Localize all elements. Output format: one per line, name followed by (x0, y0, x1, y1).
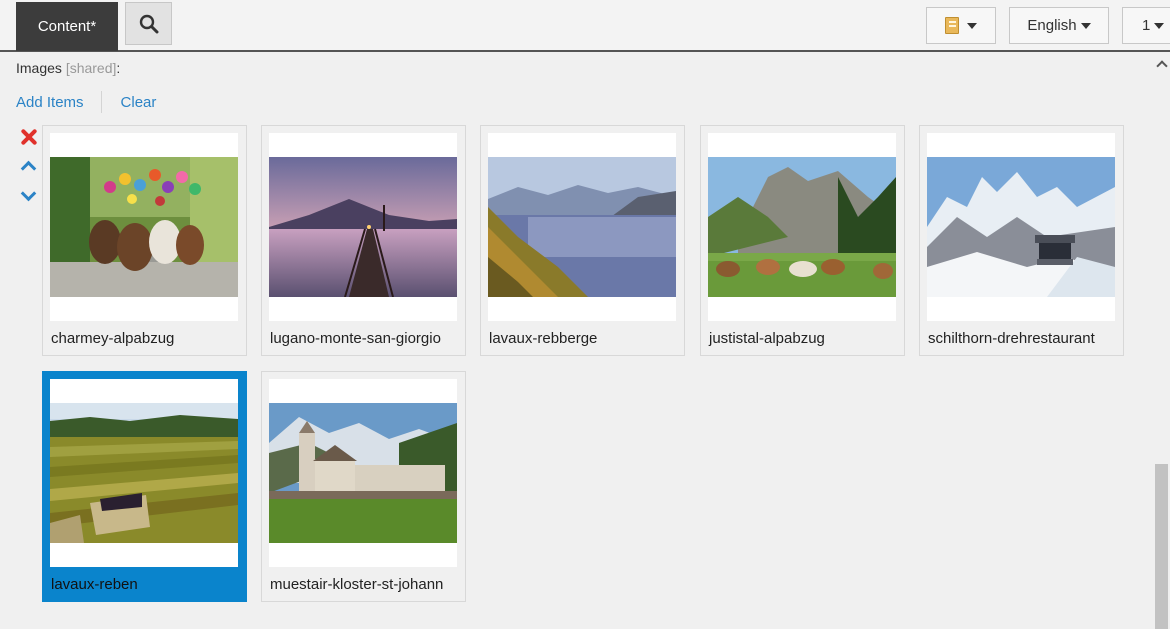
thumbnail (927, 133, 1115, 321)
thumbnail (50, 133, 238, 321)
thumbnail-image (269, 157, 457, 297)
image-tile[interactable]: charmey-alpabzug (42, 125, 247, 356)
thumbnail-image (269, 403, 457, 543)
notes-dropdown-button[interactable] (926, 7, 996, 44)
thumbnail-image (927, 157, 1115, 297)
thumbnail-image (50, 157, 238, 297)
image-tile[interactable]: justistal-alpabzug (700, 125, 905, 356)
search-button[interactable] (125, 2, 172, 45)
field-label: Images [shared]: (16, 60, 120, 76)
tile-caption: schilthorn-drehrestaurant (928, 330, 1095, 347)
caret-down-icon (1080, 22, 1091, 29)
language-dropdown[interactable]: English (1009, 7, 1109, 44)
remove-item-icon[interactable] (20, 128, 38, 146)
move-down-icon[interactable] (20, 185, 37, 202)
field-label-text: Images (16, 60, 62, 76)
tile-caption: lugano-monte-san-giorgio (270, 330, 441, 347)
tile-caption: lavaux-reben (51, 576, 138, 593)
tile-caption: justistal-alpabzug (709, 330, 825, 347)
notebook-icon (945, 17, 959, 34)
caret-down-icon (1154, 22, 1165, 29)
scroll-up-icon[interactable] (1156, 60, 1168, 72)
page-dropdown[interactable]: 1 (1122, 7, 1170, 44)
search-icon (139, 14, 158, 33)
thumbnail (269, 133, 457, 321)
caret-down-icon (967, 22, 977, 29)
image-tile[interactable]: schilthorn-drehrestaurant (919, 125, 1124, 356)
image-tile[interactable]: lugano-monte-san-giorgio (261, 125, 466, 356)
scrollbar[interactable] (1153, 52, 1170, 629)
page-indicator: 1 (1142, 17, 1151, 34)
add-items-link[interactable]: Add Items (16, 94, 84, 111)
image-tile-selected[interactable]: lavaux-reben (42, 371, 247, 602)
shared-indicator: [shared] (65, 60, 117, 76)
image-tile[interactable]: lavaux-rebberge (480, 125, 685, 356)
field-actions: Add Items Clear (16, 91, 157, 113)
tab-content[interactable]: Content* (16, 2, 118, 51)
scrollbar-thumb[interactable] (1155, 464, 1168, 629)
move-up-icon[interactable] (20, 160, 37, 177)
tile-caption: charmey-alpabzug (51, 330, 175, 347)
image-tile[interactable]: muestair-kloster-st-johann (261, 371, 466, 602)
thumbnail (269, 379, 457, 567)
field-label-colon: : (116, 60, 121, 76)
thumbnail-image (488, 157, 676, 297)
thumbnail (50, 379, 238, 567)
divider (100, 91, 102, 113)
thumbnail (488, 133, 676, 321)
thumbnail (708, 133, 896, 321)
top-toolbar: Content* English 1 (0, 0, 1170, 52)
thumbnail-image (708, 157, 896, 297)
tile-caption: muestair-kloster-st-johann (270, 576, 444, 593)
clear-link[interactable]: Clear (121, 94, 157, 111)
language-label: English (1027, 17, 1077, 34)
thumbnail-image (50, 403, 238, 543)
tile-caption: lavaux-rebberge (489, 330, 598, 347)
